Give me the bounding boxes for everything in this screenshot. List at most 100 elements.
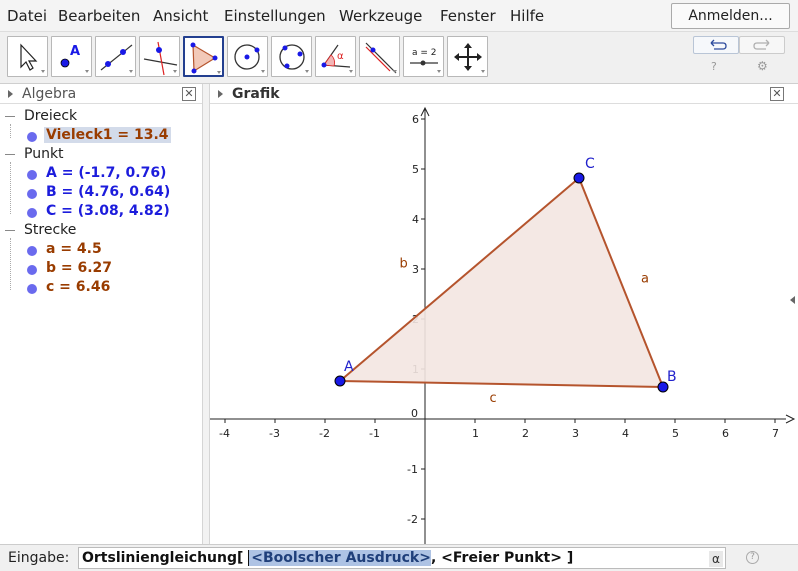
circle-three-points-tool-button[interactable] [271,36,312,77]
toolbar-help-icon[interactable]: ? [711,60,717,73]
command-selected-argument: <Boolscher Ausdruck> [248,550,431,566]
menu-bar: Datei Bearbeiten Ansicht Einstellungen W… [0,0,798,32]
line-tool-button[interactable] [95,36,136,77]
menu-datei[interactable]: Datei [7,7,47,25]
graphics-header: Grafik ✕ [210,84,798,104]
svg-text:α: α [337,51,344,62]
x-tick-label: 6 [722,427,729,440]
menu-ansicht[interactable]: Ansicht [153,7,208,25]
graphics-close-icon[interactable]: ✕ [770,87,784,101]
x-tick-label: 2 [522,427,529,440]
polygon-tool-button[interactable] [183,36,224,77]
command-input-text[interactable]: Ortsliniengleichung[ <Boolscher Ausdruck… [82,550,573,566]
object-vieleck1[interactable]: Vieleck1 = 13.4 [44,127,171,143]
circle-center-point-tool-button[interactable] [227,36,268,77]
angle-tool-button[interactable]: α [315,36,356,77]
slider-tool-button[interactable]: a = 2 [403,36,444,77]
x-tick-label: -2 [319,427,330,440]
tree-line [10,124,11,138]
line-tool-icon [100,44,133,73]
slider-tool-icon: a = 2 [410,48,441,73]
group-strecke[interactable]: Strecke [24,222,76,238]
x-tick-label: -3 [269,427,280,440]
segment-label-b: b [400,257,408,272]
toolbar: A α a = 2 ? ⚙ [0,32,798,84]
y-tick-label: 6 [412,113,419,126]
group-collapse-icon[interactable] [5,116,15,117]
redo-icon [753,39,770,50]
algebra-close-icon[interactable]: ✕ [182,87,196,101]
object-visibility-dot[interactable] [27,170,37,180]
circle-center-point-tool-icon [234,44,265,73]
object-visibility-dot[interactable] [27,246,37,256]
x-axis-arrow [785,414,796,424]
object-segment-b[interactable]: b = 6.27 [46,260,112,276]
x-tick-label: 4 [622,427,629,440]
point-a [334,375,346,387]
menu-werkzeuge[interactable]: Werkzeuge [339,7,422,25]
group-punkt[interactable]: Punkt [24,146,64,162]
move-graphics-view-tool-button[interactable] [447,36,488,77]
point-label-c: C [585,156,595,172]
object-segment-a[interactable]: a = 4.5 [46,241,102,257]
circle-three-points-tool-icon [279,44,309,73]
input-bar: Eingabe: Ortsliniengleichung[ <Boolscher… [0,544,798,571]
expand-sidebar-icon[interactable] [790,296,795,304]
input-label: Eingabe: [8,550,70,566]
object-visibility-dot[interactable] [27,189,37,199]
object-segment-c[interactable]: c = 6.46 [46,279,110,295]
y-tick-label: 3 [412,263,419,276]
group-collapse-icon[interactable] [5,230,15,231]
object-visibility-dot[interactable] [27,208,37,218]
move-tool-button[interactable] [7,36,48,77]
algebra-panel: Algebra ✕ Dreieck Vieleck1 = 13.4 Punkt … [0,84,202,544]
y-tick-label: 4 [412,213,419,226]
panel-splitter[interactable] [202,84,210,544]
redo-button[interactable] [739,36,785,54]
point-label-a: A [344,359,354,375]
object-point-a[interactable]: A = (-1.7, 0.76) [46,165,166,181]
graphics-view[interactable]: -4-3-2-11234567-2-11234560abcABC [210,104,798,544]
y-tick-label: -2 [407,513,418,526]
algebra-collapse-icon[interactable] [8,90,13,98]
undo-icon [710,39,727,50]
menu-einstellungen[interactable]: Einstellungen [224,7,326,25]
perpendicular-line-tool-button[interactable] [139,36,180,77]
command-input[interactable]: Ortsliniengleichung[ <Boolscher Ausdruck… [78,547,726,569]
menu-bearbeiten[interactable]: Bearbeiten [58,7,140,25]
point-tool-button[interactable]: A [51,36,92,77]
object-point-c[interactable]: C = (3.08, 4.82) [46,203,170,219]
algebra-title: Algebra [22,86,77,102]
x-tick-label: 5 [672,427,679,440]
menu-hilfe[interactable]: Hilfe [510,7,544,25]
settings-gear-icon[interactable]: ⚙ [757,59,768,73]
algebra-header: Algebra ✕ [0,84,202,104]
sign-in-button[interactable]: Anmelden... [671,3,790,29]
svg-text:A: A [70,44,80,59]
menu-fenster[interactable]: Fenster [440,7,496,25]
help-icon[interactable]: ? [746,551,759,564]
tree-line [10,238,11,290]
graphics-collapse-icon[interactable] [218,90,223,98]
segment-label-c: c [490,391,497,406]
object-visibility-dot[interactable] [27,284,37,294]
command-rest: , <Freier Punkt> ] [430,550,574,566]
x-tick-label: 7 [772,427,779,440]
object-point-b[interactable]: B = (4.76, 0.64) [46,184,170,200]
object-visibility-dot[interactable] [27,265,37,275]
triangle-polygon [340,178,663,387]
object-visibility-dot[interactable] [27,132,37,142]
move-tool-icon [20,43,45,73]
x-tick-label: -4 [219,427,230,440]
move-graphics-view-tool-icon [454,43,485,73]
y-tick-label: -1 [407,463,418,476]
group-dreieck[interactable]: Dreieck [24,108,77,124]
graphics-canvas[interactable]: -4-3-2-11234567-2-11234560abcABC [210,104,798,544]
reflect-tool-button[interactable] [359,36,400,77]
alpha-symbol-button[interactable]: α [709,551,723,567]
point-label-b: B [667,369,677,385]
graphics-title: Grafik [232,86,280,102]
x-tick-label: -1 [369,427,380,440]
group-collapse-icon[interactable] [5,154,15,155]
undo-button[interactable] [693,36,739,54]
